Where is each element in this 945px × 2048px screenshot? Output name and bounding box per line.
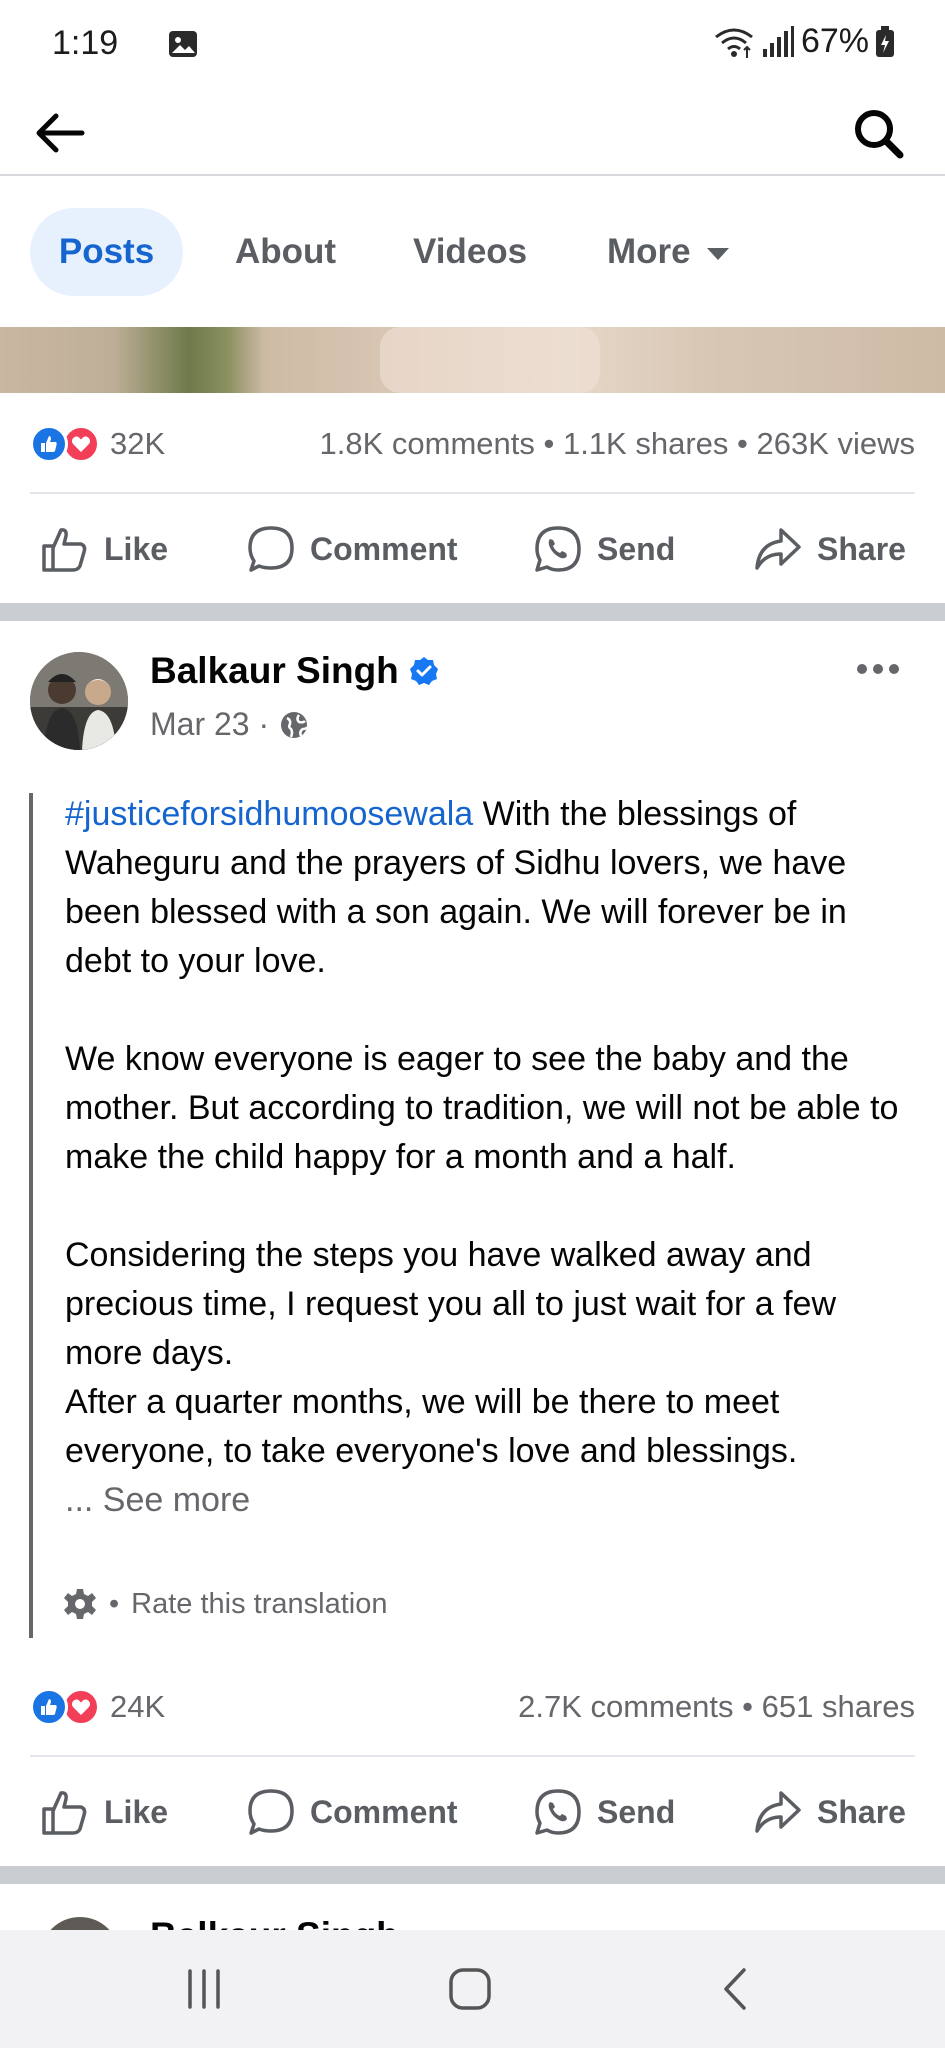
bullet-separator: • (109, 1587, 120, 1620)
search-icon[interactable] (847, 102, 909, 164)
comment-label: Comment (310, 1793, 458, 1830)
post2-engagement-stats[interactable]: 2.7K comments • 651 shares (518, 1689, 915, 1725)
post1-action-bar: Like Comment Send Share (0, 509, 945, 589)
battery-percent: 67% (800, 22, 869, 60)
like-reaction-icon (30, 1688, 68, 1726)
like-button[interactable]: Like (40, 1772, 168, 1852)
status-bar: 1:19 67% (0, 0, 945, 90)
thumbs-up-icon (42, 1791, 87, 1835)
comment-label: Comment (310, 530, 458, 567)
comment-icon (248, 1789, 294, 1835)
next-post-preview[interactable]: Balkaur Singh (0, 1883, 945, 1933)
caret-down-icon (706, 248, 729, 260)
post1-reaction-summary: 32K 1.8K comments • 1.1K shares • 263K v… (30, 414, 915, 474)
like-label: Like (104, 530, 169, 567)
author-avatar[interactable] (30, 652, 128, 750)
tab-more[interactable]: More (607, 208, 729, 296)
feed-separator (0, 603, 945, 621)
back-chevron-icon[interactable] (706, 1964, 766, 2014)
share-button[interactable]: Share (753, 509, 906, 589)
verified-badge-icon (409, 657, 438, 685)
more-options-icon[interactable] (855, 662, 901, 676)
like-label: Like (104, 1793, 169, 1830)
share-button[interactable]: Share (753, 1772, 906, 1852)
hashtag-link[interactable]: #justiceforsidhumoosewala (65, 795, 473, 833)
post1-reaction-count: 32K (110, 426, 166, 461)
post-paragraph-3: Considering the steps you have walked aw… (65, 1236, 837, 1372)
photo-icon (169, 31, 197, 57)
tab-about[interactable]: About (235, 208, 336, 296)
home-icon[interactable] (440, 1964, 500, 2014)
rate-translation-row: • Rate this translation (63, 1587, 387, 1621)
post-paragraph-2: We know everyone is eager to see the bab… (65, 1040, 899, 1176)
tab-more-label: More (607, 232, 691, 271)
share-label: Share (817, 530, 906, 567)
post2-reaction-summary: 24K 2.7K comments • 651 shares (30, 1677, 915, 1737)
post-media-image[interactable] (0, 327, 945, 393)
post-meta: Mar 23 · (150, 706, 309, 743)
feed-separator (0, 1866, 945, 1884)
send-label: Send (597, 530, 676, 567)
recent-apps-icon[interactable] (174, 1964, 234, 2014)
media-highlight (380, 327, 600, 393)
arrow-left-icon[interactable] (30, 102, 92, 164)
share-arrow-icon (755, 1791, 801, 1833)
post-text: #justiceforsidhumoosewala With the bless… (65, 790, 910, 1525)
send-label: Send (597, 1793, 676, 1830)
system-nav-bar (0, 1930, 945, 2048)
status-icons: 67% (713, 22, 895, 61)
whatsapp-icon (535, 1789, 581, 1835)
comment-icon (248, 526, 294, 572)
post-author[interactable]: Balkaur Singh (150, 650, 439, 692)
profile-tabs: Posts About Videos More (0, 178, 945, 328)
translation-quote-bar (29, 793, 33, 1638)
top-bar (0, 90, 945, 176)
comment-button[interactable]: Comment (246, 509, 458, 589)
author-name: Balkaur Singh (150, 650, 399, 691)
like-button[interactable]: Like (40, 509, 168, 589)
send-button[interactable]: Send (533, 1772, 675, 1852)
send-button[interactable]: Send (533, 509, 675, 589)
signal-icon (762, 25, 794, 57)
divider (30, 1755, 915, 1757)
post1-engagement-stats[interactable]: 1.8K comments • 1.1K shares • 263K views (320, 426, 915, 462)
comment-button[interactable]: Comment (246, 1772, 458, 1852)
post2-reactions[interactable]: 24K (30, 1688, 165, 1726)
rate-translation-link[interactable]: Rate this translation (131, 1588, 387, 1621)
wifi-icon (715, 28, 753, 58)
share-arrow-icon (755, 528, 801, 570)
tab-videos[interactable]: Videos (413, 208, 527, 296)
post2-action-bar: Like Comment Send Share (0, 1772, 945, 1852)
post1-reactions[interactable]: 32K (30, 425, 165, 463)
gear-icon[interactable] (63, 1587, 97, 1621)
tab-posts[interactable]: Posts (30, 208, 183, 296)
post2-reaction-count: 24K (110, 1689, 166, 1724)
whatsapp-icon (535, 526, 581, 572)
post-paragraph-4: After a quarter months, we will be there… (65, 1383, 798, 1470)
like-reaction-icon (30, 425, 68, 463)
post-date[interactable]: Mar 23 · (150, 706, 269, 743)
globe-icon (281, 711, 309, 738)
thumbs-up-icon (42, 528, 87, 572)
divider (30, 492, 915, 494)
share-label: Share (817, 1793, 906, 1830)
see-more-link[interactable]: ... See more (65, 1481, 250, 1519)
battery-icon (876, 25, 894, 57)
status-time: 1:19 (52, 24, 119, 62)
